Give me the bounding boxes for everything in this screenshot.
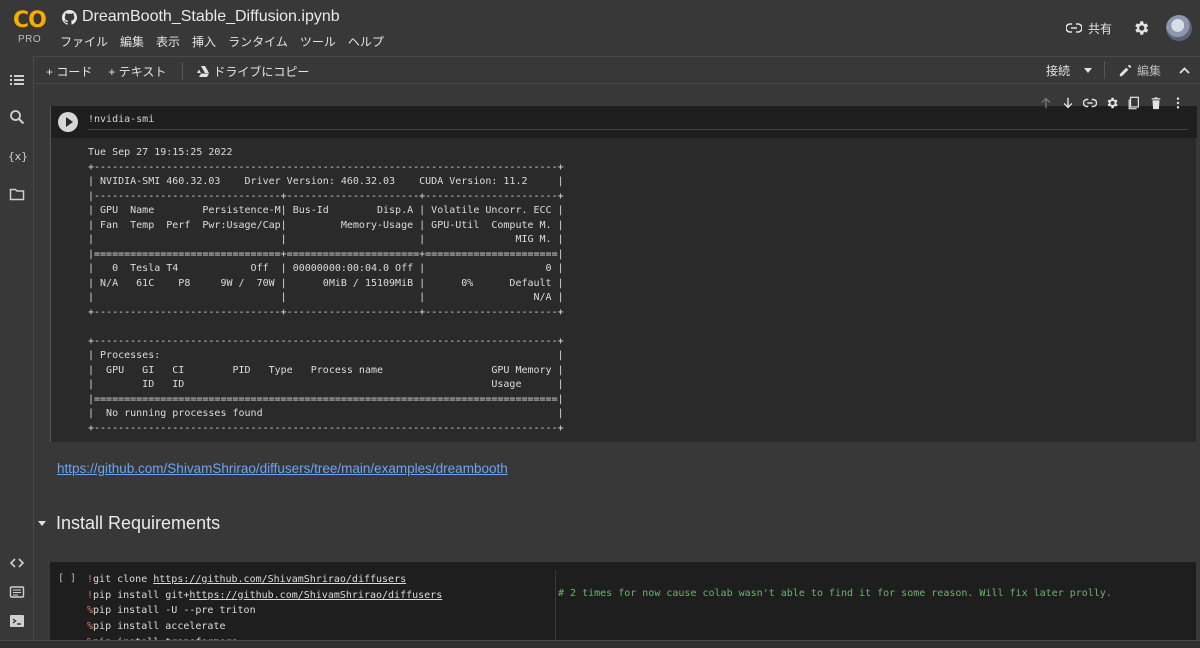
command-palette-icon[interactable]: [9, 584, 25, 600]
collapse-section-icon[interactable]: [38, 521, 46, 526]
code-command: pip install -U --pre triton: [93, 605, 256, 617]
output-line: | N/A 61C P8 9W / 70W | 0MiB / 15109MiB …: [88, 277, 564, 289]
code-url[interactable]: https://github.com/ShivamShrirao/diffuse…: [189, 590, 442, 601]
output-line: Tue Sep 27 19:15:25 2022: [88, 147, 233, 158]
status-bar: [0, 640, 1200, 648]
output-line: | No running processes found |: [88, 408, 564, 419]
menu-insert[interactable]: 挿入: [192, 33, 216, 50]
code-line: !pip install git+https://github.com/Shiv…: [87, 588, 442, 604]
terminal-icon[interactable]: [9, 613, 25, 629]
code-snippets-icon[interactable]: [9, 555, 25, 571]
output-line: | ID ID Usage |: [88, 379, 564, 390]
output-line: | | | N/A |: [88, 292, 564, 303]
move-down-icon[interactable]: [1061, 96, 1075, 110]
output-line: +---------------------------------------…: [88, 422, 564, 434]
drive-icon: [197, 65, 210, 77]
add-code-button[interactable]: + コード: [46, 63, 92, 80]
output-line: | Fan Temp Perf Pwr:Usage/Cap| Memory-Us…: [88, 219, 564, 231]
share-label: 共有: [1087, 21, 1112, 36]
code-command: pip install git+: [93, 589, 190, 601]
output-line: +-------------------------------+-------…: [88, 306, 564, 318]
code-url[interactable]: https://github.com/ShivamShrirao/diffuse…: [153, 574, 406, 585]
app-header: CO PRO DreamBooth_Stable_Diffusion.ipynb…: [0, 0, 1200, 56]
github-icon: [62, 9, 77, 25]
cell-run-indicator[interactable]: [ ]: [58, 573, 76, 584]
menu-file[interactable]: ファイル: [60, 33, 108, 50]
dreambooth-link[interactable]: https://github.com/ShivamShrirao/diffuse…: [57, 461, 508, 476]
menu-edit[interactable]: 編集: [120, 33, 144, 50]
ruler-line: [555, 570, 556, 648]
output-line: |-------------------------------+-------…: [88, 190, 564, 202]
mirror-cell-icon[interactable]: [1127, 96, 1141, 110]
menu-bar: ファイル 編集 表示 挿入 ランタイム ツール ヘルプ: [60, 33, 396, 50]
menu-view[interactable]: 表示: [156, 33, 180, 50]
section-heading-row: Install Requirements: [38, 513, 220, 534]
code-cell-install[interactable]: [ ] !git clone https://github.com/Shivam…: [50, 562, 1196, 648]
cell-code-text[interactable]: !git clone https://github.com/ShivamShri…: [87, 572, 442, 648]
variables-icon[interactable]: {x}: [8, 150, 28, 163]
output-line: | GPU Name Persistence-M| Bus-Id Disp.A …: [88, 205, 564, 216]
left-sidebar-rail: {x}: [0, 56, 34, 648]
toolbar-divider-right: [1103, 61, 1105, 79]
move-up-icon[interactable]: [1039, 96, 1053, 110]
code-line: !git clone https://github.com/ShivamShri…: [87, 572, 442, 588]
edit-mode-button[interactable]: 編集: [1119, 62, 1161, 79]
settings-gear-icon[interactable]: [1132, 19, 1150, 37]
output-line: +---------------------------------------…: [88, 161, 564, 173]
section-heading: Install Requirements: [56, 513, 221, 533]
output-line: |===============================+=======…: [88, 248, 564, 260]
share-button[interactable]: 共有: [1065, 20, 1112, 37]
notebook-title[interactable]: DreamBooth_Stable_Diffusion.ipynb: [82, 8, 340, 26]
cell-settings-icon[interactable]: [1105, 96, 1119, 110]
code-cell-nvidia-smi[interactable]: !nvidia-smi Tue Sep 27 19:15:25 2022 +---…: [50, 96, 1197, 442]
connect-button[interactable]: 接続: [1046, 62, 1092, 79]
output-line: | Processes: |: [88, 350, 564, 361]
colab-logo[interactable]: CO PRO: [10, 8, 50, 48]
cell-output: Tue Sep 27 19:15:25 2022 +---------------…: [88, 146, 564, 436]
edit-label: 編集: [1136, 63, 1161, 78]
link-icon[interactable]: [1083, 96, 1097, 110]
logo-text: CO: [13, 8, 47, 33]
copy-to-drive-label: ドライブにコピー: [213, 64, 310, 79]
search-icon[interactable]: [9, 109, 25, 125]
output-line: |=======================================…: [88, 393, 564, 405]
code-line: %pip install accelerate: [87, 619, 442, 635]
user-avatar[interactable]: [1166, 15, 1192, 41]
output-line: | | | MIG M. |: [88, 234, 564, 245]
output-line: | 0 Tesla T4 Off | 00000000:00:04.0 Off …: [88, 263, 564, 274]
menu-tools[interactable]: ツール: [300, 33, 336, 50]
connect-label: 接続: [1045, 63, 1070, 78]
delete-icon[interactable]: [1149, 96, 1163, 110]
pencil-icon: [1119, 64, 1132, 76]
menu-runtime[interactable]: ランタイム: [228, 33, 288, 50]
output-line: | NVIDIA-SMI 460.32.03 Driver Version: 4…: [88, 176, 564, 187]
header-actions: 共有: [1065, 12, 1200, 44]
copy-to-drive-button[interactable]: ドライブにコピー: [197, 63, 309, 80]
add-text-button[interactable]: + テキスト: [108, 63, 166, 80]
cell-toolbar: [1031, 96, 1185, 110]
more-icon[interactable]: [1171, 96, 1185, 110]
chevron-down-icon[interactable]: [1083, 67, 1092, 73]
code-comment: # 2 times for now cause colab wasn't abl…: [558, 588, 1112, 599]
title-row: DreamBooth_Stable_Diffusion.ipynb: [62, 8, 340, 26]
collapse-chevron-up-icon[interactable]: [1179, 66, 1190, 74]
folder-icon[interactable]: [9, 186, 25, 202]
pro-badge: PRO: [18, 34, 42, 45]
code-line: %pip install -U --pre triton: [87, 603, 442, 619]
toc-icon[interactable]: [9, 72, 25, 88]
code-command: git clone: [93, 574, 154, 585]
menu-help[interactable]: ヘルプ: [348, 33, 384, 50]
output-line: +---------------------------------------…: [88, 335, 564, 347]
toolbar-divider: [182, 62, 184, 80]
code-command: pip install accelerate: [93, 621, 226, 633]
link-icon: [1065, 23, 1082, 33]
cell-code-text[interactable]: !nvidia-smi: [88, 114, 1188, 130]
notebook-toolbar: + コード + テキスト ドライブにコピー 接続 編集: [34, 56, 1200, 84]
run-cell-button[interactable]: [58, 112, 78, 132]
output-line: | GPU GI CI PID Type Process name GPU Me…: [88, 364, 564, 376]
cell-editor[interactable]: !nvidia-smi: [51, 96, 1197, 138]
